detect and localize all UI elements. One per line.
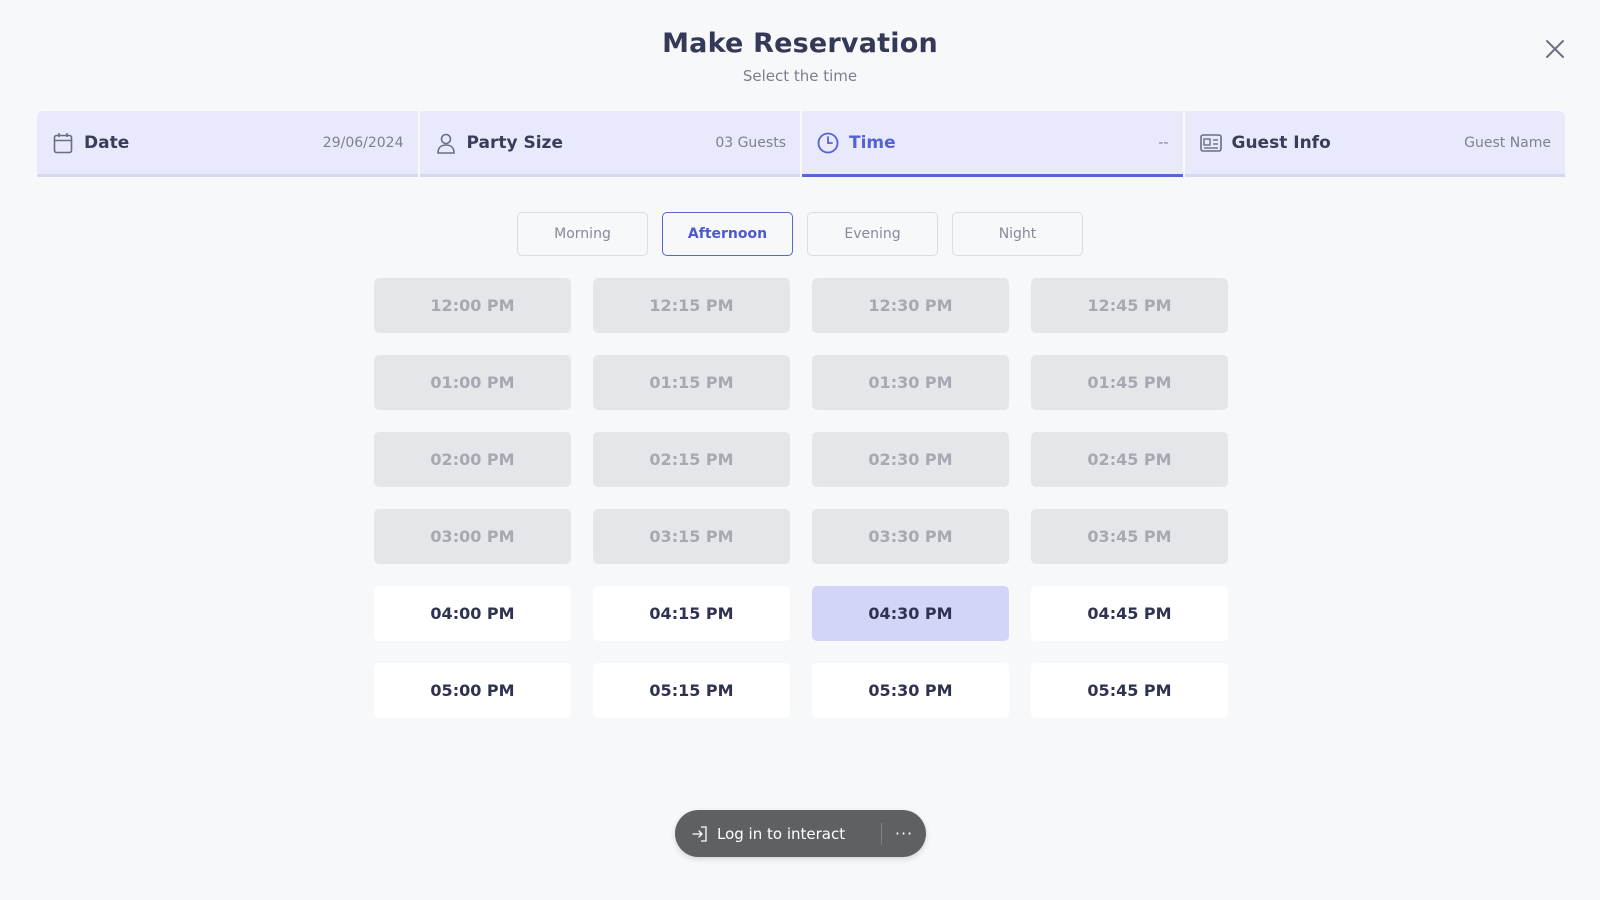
tab-morning[interactable]: Morning [517,212,648,256]
step-value: Guest Name [1464,134,1551,151]
time-slot[interactable]: 05:30 PM [812,663,1009,718]
step-guest-info[interactable]: Guest Info Guest Name [1184,111,1565,177]
calendar-icon [52,132,74,154]
time-slot: 12:00 PM [374,278,571,333]
tab-evening[interactable]: Evening [807,212,938,256]
time-slot: 03:45 PM [1031,509,1228,564]
step-value: 29/06/2024 [322,134,404,151]
time-slot[interactable]: 05:15 PM [593,663,790,718]
step-value: 03 Guests [715,134,786,151]
step-time[interactable]: Time -- [802,111,1183,177]
time-slot: 01:15 PM [593,355,790,410]
person-icon [435,132,457,154]
close-icon [1546,40,1564,58]
login-icon [691,824,711,844]
time-slot: 03:00 PM [374,509,571,564]
step-label: Party Size [466,132,563,153]
time-slot: 01:30 PM [812,355,1009,410]
login-button[interactable]: Log in to interact [675,810,881,857]
tab-afternoon[interactable]: Afternoon [662,212,793,256]
clock-icon [817,132,839,154]
tab-night[interactable]: Night [952,212,1083,256]
step-label: Date [84,132,130,153]
time-slot: 02:15 PM [593,432,790,487]
time-slot-grid: 12:00 PM 12:15 PM 12:30 PM 12:45 PM 01:0… [374,278,1228,718]
header: Make Reservation Select the time [0,28,1600,85]
step-label: Time [849,132,896,153]
step-date[interactable]: Date 29/06/2024 [37,111,418,177]
step-value: -- [1158,134,1169,151]
login-label: Log in to interact [717,824,846,843]
period-tabs: Morning Afternoon Evening Night [0,212,1600,256]
step-label: Guest Info [1231,132,1331,153]
close-button[interactable] [1542,36,1568,62]
page-title: Make Reservation [662,28,938,59]
time-slot[interactable]: 04:15 PM [593,586,790,641]
time-slot: 12:45 PM [1031,278,1228,333]
time-slot[interactable]: 05:00 PM [374,663,571,718]
time-slot: 03:15 PM [593,509,790,564]
time-slot-selected[interactable]: 04:30 PM [812,586,1009,641]
login-toast: Log in to interact ··· [675,810,926,857]
time-slot[interactable]: 04:00 PM [374,586,571,641]
page-subtitle: Select the time [742,67,858,85]
reservation-steps: Date 29/06/2024 Party Size 03 Guests Tim… [37,111,1565,177]
time-slot: 03:30 PM [812,509,1009,564]
time-slot: 02:30 PM [812,432,1009,487]
time-slot: 01:45 PM [1031,355,1228,410]
more-icon[interactable]: ··· [882,810,926,857]
time-slot: 01:00 PM [374,355,571,410]
time-slot: 12:30 PM [812,278,1009,333]
time-slot[interactable]: 04:45 PM [1031,586,1228,641]
time-slot: 02:00 PM [374,432,571,487]
id-card-icon [1199,132,1222,154]
time-slot: 12:15 PM [593,278,790,333]
time-slot[interactable]: 05:45 PM [1031,663,1228,718]
step-party-size[interactable]: Party Size 03 Guests [419,111,800,177]
time-slot: 02:45 PM [1031,432,1228,487]
